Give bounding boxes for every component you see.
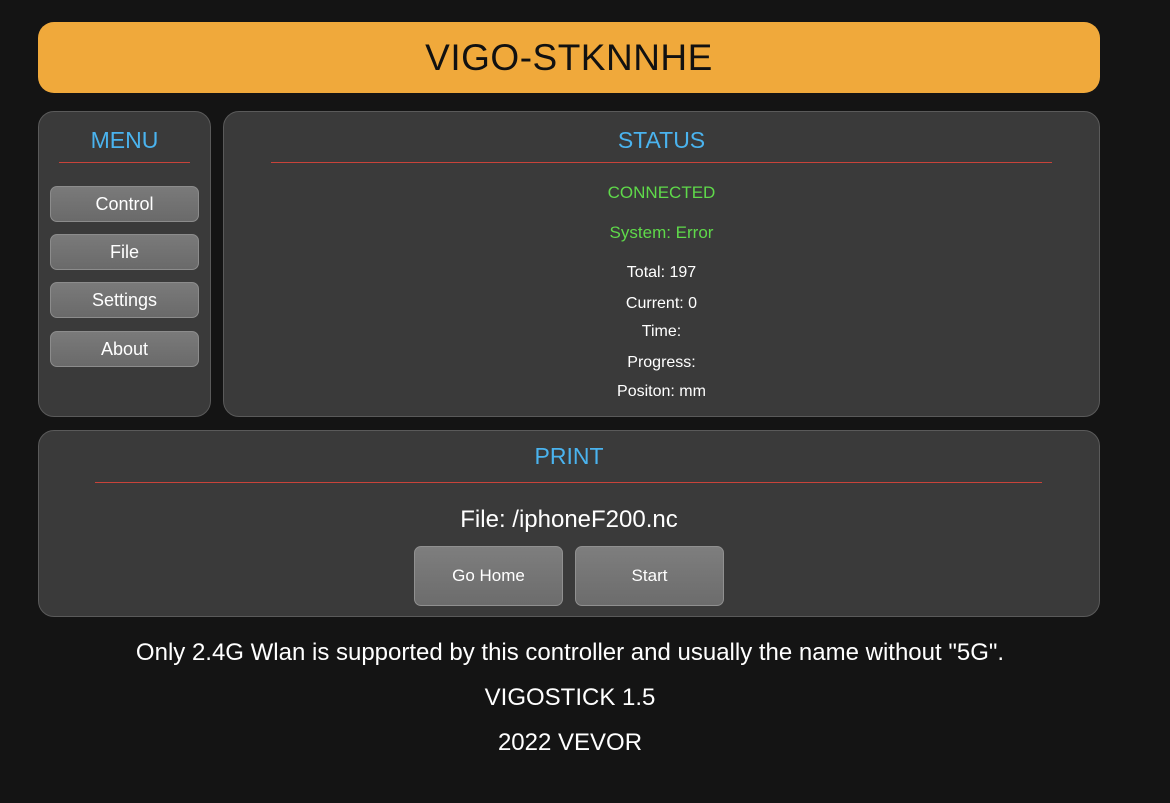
firmware-version: VIGOSTICK 1.5 xyxy=(484,684,656,711)
start-button[interactable]: Start xyxy=(575,546,724,606)
control-button[interactable]: Control xyxy=(50,186,199,222)
wlan-notice: Only 2.4G Wlan is supported by this cont… xyxy=(135,639,1005,666)
system-status: System: Error xyxy=(609,223,714,242)
print-divider xyxy=(95,482,1042,483)
progress-readout: Progress: xyxy=(627,354,696,371)
selected-file: File: /iphoneF200.nc xyxy=(460,506,678,533)
menu-heading: MENU xyxy=(90,127,159,153)
page: VIGO-STKNNHE MENU Control File Settings … xyxy=(0,0,1170,803)
title-bar: VIGO-STKNNHE xyxy=(38,22,1100,93)
print-heading: PRINT xyxy=(534,443,604,469)
print-panel: PRINT File: /iphoneF200.nc Go Home Start xyxy=(38,430,1100,617)
menu-divider xyxy=(59,162,190,163)
go-home-button[interactable]: Go Home xyxy=(414,546,563,606)
copyright: 2022 VEVOR xyxy=(497,729,643,756)
file-button[interactable]: File xyxy=(50,234,199,270)
about-button[interactable]: About xyxy=(50,331,199,367)
total-lines: Total: 197 xyxy=(626,264,697,281)
settings-button[interactable]: Settings xyxy=(50,282,199,318)
elapsed-time: Time: xyxy=(641,323,682,340)
status-panel: STATUS CONNECTED System: Error Total: 19… xyxy=(223,111,1100,417)
position-readout: Positon: mm xyxy=(617,383,706,400)
menu-panel: MENU Control File Settings About xyxy=(38,111,211,417)
connection-status: CONNECTED xyxy=(607,183,716,202)
status-heading: STATUS xyxy=(617,127,706,153)
current-line: Current: 0 xyxy=(625,295,698,312)
device-title: VIGO-STKNNHE xyxy=(425,36,713,78)
status-divider xyxy=(271,162,1052,163)
